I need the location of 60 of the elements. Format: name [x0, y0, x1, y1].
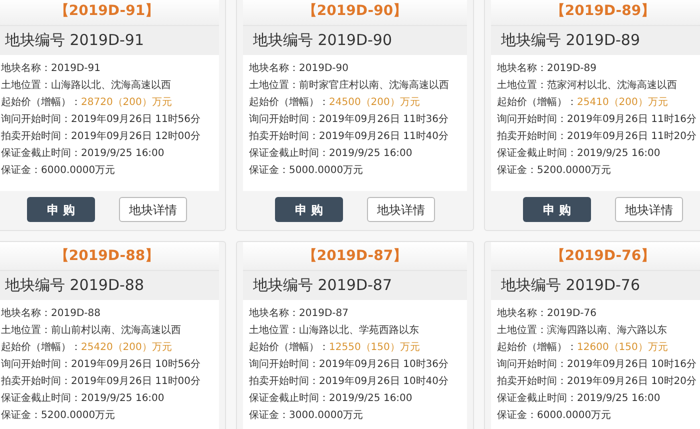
lot-detail: 保证金截止时间：2019/9/25 16:00: [1, 393, 166, 405]
lot-detail: 土地位置：山海路以北、学苑西路以东: [249, 325, 420, 337]
lot-detail: 地块名称：2019D-89: [497, 63, 598, 75]
apply-button[interactable]: 申 购: [275, 197, 343, 222]
lot-detail: 保证金截止时间：2019/9/25 16:00: [249, 393, 414, 405]
lot-header: 【2019D-89】: [491, 0, 700, 25]
lot-title: 地块编号 2019D-89: [491, 25, 700, 55]
lot-detail: 拍卖开始时间：2019年09月26日 10时20分: [497, 376, 698, 388]
lot-detail: 拍卖开始时间：2019年09月26日 10时40分: [249, 376, 450, 388]
apply-button[interactable]: 申 购: [27, 197, 95, 222]
lot-detail: 起始价（增幅）：25420（200）万元: [1, 342, 173, 354]
lot-detail: 询问开始时间：2019年09月26日 11时56分: [1, 114, 202, 126]
lot-detail: 保证金截止时间：2019/9/25 16:00: [1, 148, 166, 160]
lot-detail: 起始价（增幅）：28720（200）万元: [1, 97, 173, 109]
lot-detail: 保证金截止时间：2019/9/25 16:00: [497, 148, 662, 160]
lot-details-button[interactable]: 地块详情: [615, 197, 683, 222]
lot-detail: 询问开始时间：2019年09月26日 11时16分: [497, 114, 698, 126]
lot-detail: 地块名称：2019D-88: [1, 308, 102, 320]
lot-detail: 地块名称：2019D-87: [249, 308, 350, 320]
apply-button[interactable]: 申 购: [523, 197, 591, 222]
lot-header: 【2019D-90】: [243, 0, 467, 25]
lot-detail: 起始价（增幅）：24500（200）万元: [249, 97, 421, 109]
lot-detail: 保证金截止时间：2019/9/25 16:00: [497, 393, 662, 405]
lot-details-button[interactable]: 地块详情: [119, 197, 187, 222]
lot-detail: 询问开始时间：2019年09月26日 11时36分: [249, 114, 450, 126]
lot-header: 【2019D-76】: [491, 242, 700, 270]
lot-detail: 询问开始时间：2019年09月26日 10时36分: [249, 359, 450, 371]
lot-detail: 起始价（增幅）：25410（200）万元: [497, 97, 669, 109]
lot-detail: 询问开始时间：2019年09月26日 10时56分: [1, 359, 202, 371]
lot-detail: 保证金：6000.0000万元: [497, 410, 612, 422]
lot-title: 地块编号 2019D-90: [243, 25, 467, 55]
lot-header: 【2019D-87】: [243, 242, 467, 270]
lot-title: 地块编号 2019D-76: [491, 270, 700, 300]
lot-detail: 地块名称：2019D-90: [249, 63, 350, 75]
lot-header: 【2019D-88】: [0, 242, 219, 270]
lot-detail: 土地位置：前时家官庄村以南、沈海高速以西: [249, 80, 450, 92]
lot-title: 地块编号 2019D-91: [0, 25, 219, 55]
lot-detail: 拍卖开始时间：2019年09月26日 11时40分: [249, 131, 450, 143]
lot-detail: 询问开始时间：2019年09月26日 10时16分: [497, 359, 698, 371]
lot-detail: 保证金截止时间：2019/9/25 16:00: [249, 148, 414, 160]
lot-detail: 土地位置：滨海四路以南、海六路以东: [497, 325, 668, 337]
lot-detail: 起始价（增幅）：12550（150）万元: [249, 342, 421, 354]
lot-detail: 保证金：6000.0000万元: [1, 165, 116, 177]
lot-detail: 保证金：3000.0000万元: [249, 410, 364, 422]
lot-detail: 拍卖开始时间：2019年09月26日 12时00分: [1, 131, 202, 143]
lot-details-button[interactable]: 地块详情: [367, 197, 435, 222]
lot-detail: 保证金：5000.0000万元: [249, 165, 364, 177]
lot-detail: 地块名称：2019D-76: [497, 308, 598, 320]
lot-title: 地块编号 2019D-87: [243, 270, 467, 300]
lot-detail: 土地位置：前山前村以南、沈海高速以西: [1, 325, 182, 337]
lot-detail: 保证金：5200.0000万元: [1, 410, 116, 422]
lot-header: 【2019D-91】: [0, 0, 219, 25]
lot-detail: 土地位置：山海路以北、沈海高速以西: [1, 80, 172, 92]
lot-detail: 地块名称：2019D-91: [1, 63, 102, 75]
lot-title: 地块编号 2019D-88: [0, 270, 219, 300]
lot-detail: 拍卖开始时间：2019年09月26日 11时00分: [1, 376, 202, 388]
lot-detail: 拍卖开始时间：2019年09月26日 11时20分: [497, 131, 698, 143]
lot-detail: 土地位置：范家河村以北、沈海高速以西: [497, 80, 678, 92]
lot-detail: 保证金：5200.0000万元: [497, 165, 612, 177]
lot-detail: 起始价（增幅）：12600（150）万元: [497, 342, 669, 354]
